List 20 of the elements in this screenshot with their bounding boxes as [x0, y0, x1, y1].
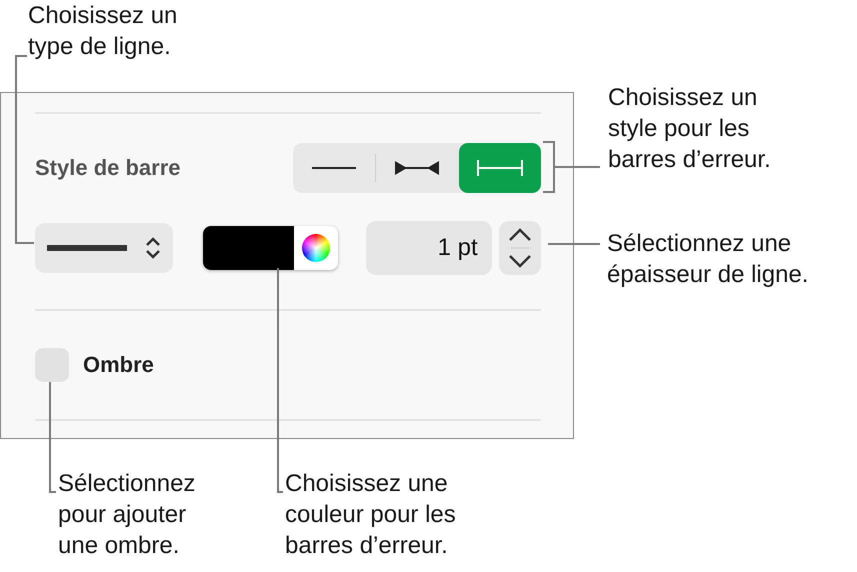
- section-label: Style de barre: [35, 155, 181, 181]
- callout-text: Sélectionnez une épaisseur de ligne.: [607, 229, 808, 290]
- capped-line-icon: [476, 160, 523, 176]
- line-icon: [312, 166, 356, 170]
- up-down-chevron-icon: [144, 237, 161, 259]
- callout-text: Choisissez une couleur pour les barres d’erreur.: [285, 469, 456, 561]
- stepper-arrows-icon: [506, 226, 533, 270]
- thickness-field[interactable]: 1 pt: [366, 221, 492, 275]
- callout-text: Choisissez un style pour les barres d’erreur.: [608, 83, 771, 175]
- stepper[interactable]: [498, 221, 541, 275]
- color-well[interactable]: [202, 226, 338, 270]
- checkbox[interactable]: [35, 348, 69, 382]
- leader-line: [542, 141, 601, 193]
- checkbox-label: Ombre: [83, 352, 154, 378]
- callout-text: Choisissez un type de ligne.: [28, 1, 178, 62]
- color-wheel-icon: [302, 234, 330, 262]
- line-type-popup[interactable]: [35, 223, 173, 273]
- line-arrow-ends-icon: [395, 161, 440, 175]
- leader-line: [548, 243, 600, 245]
- callout-text: Sélectionnez pour ajouter une ombre.: [58, 469, 196, 561]
